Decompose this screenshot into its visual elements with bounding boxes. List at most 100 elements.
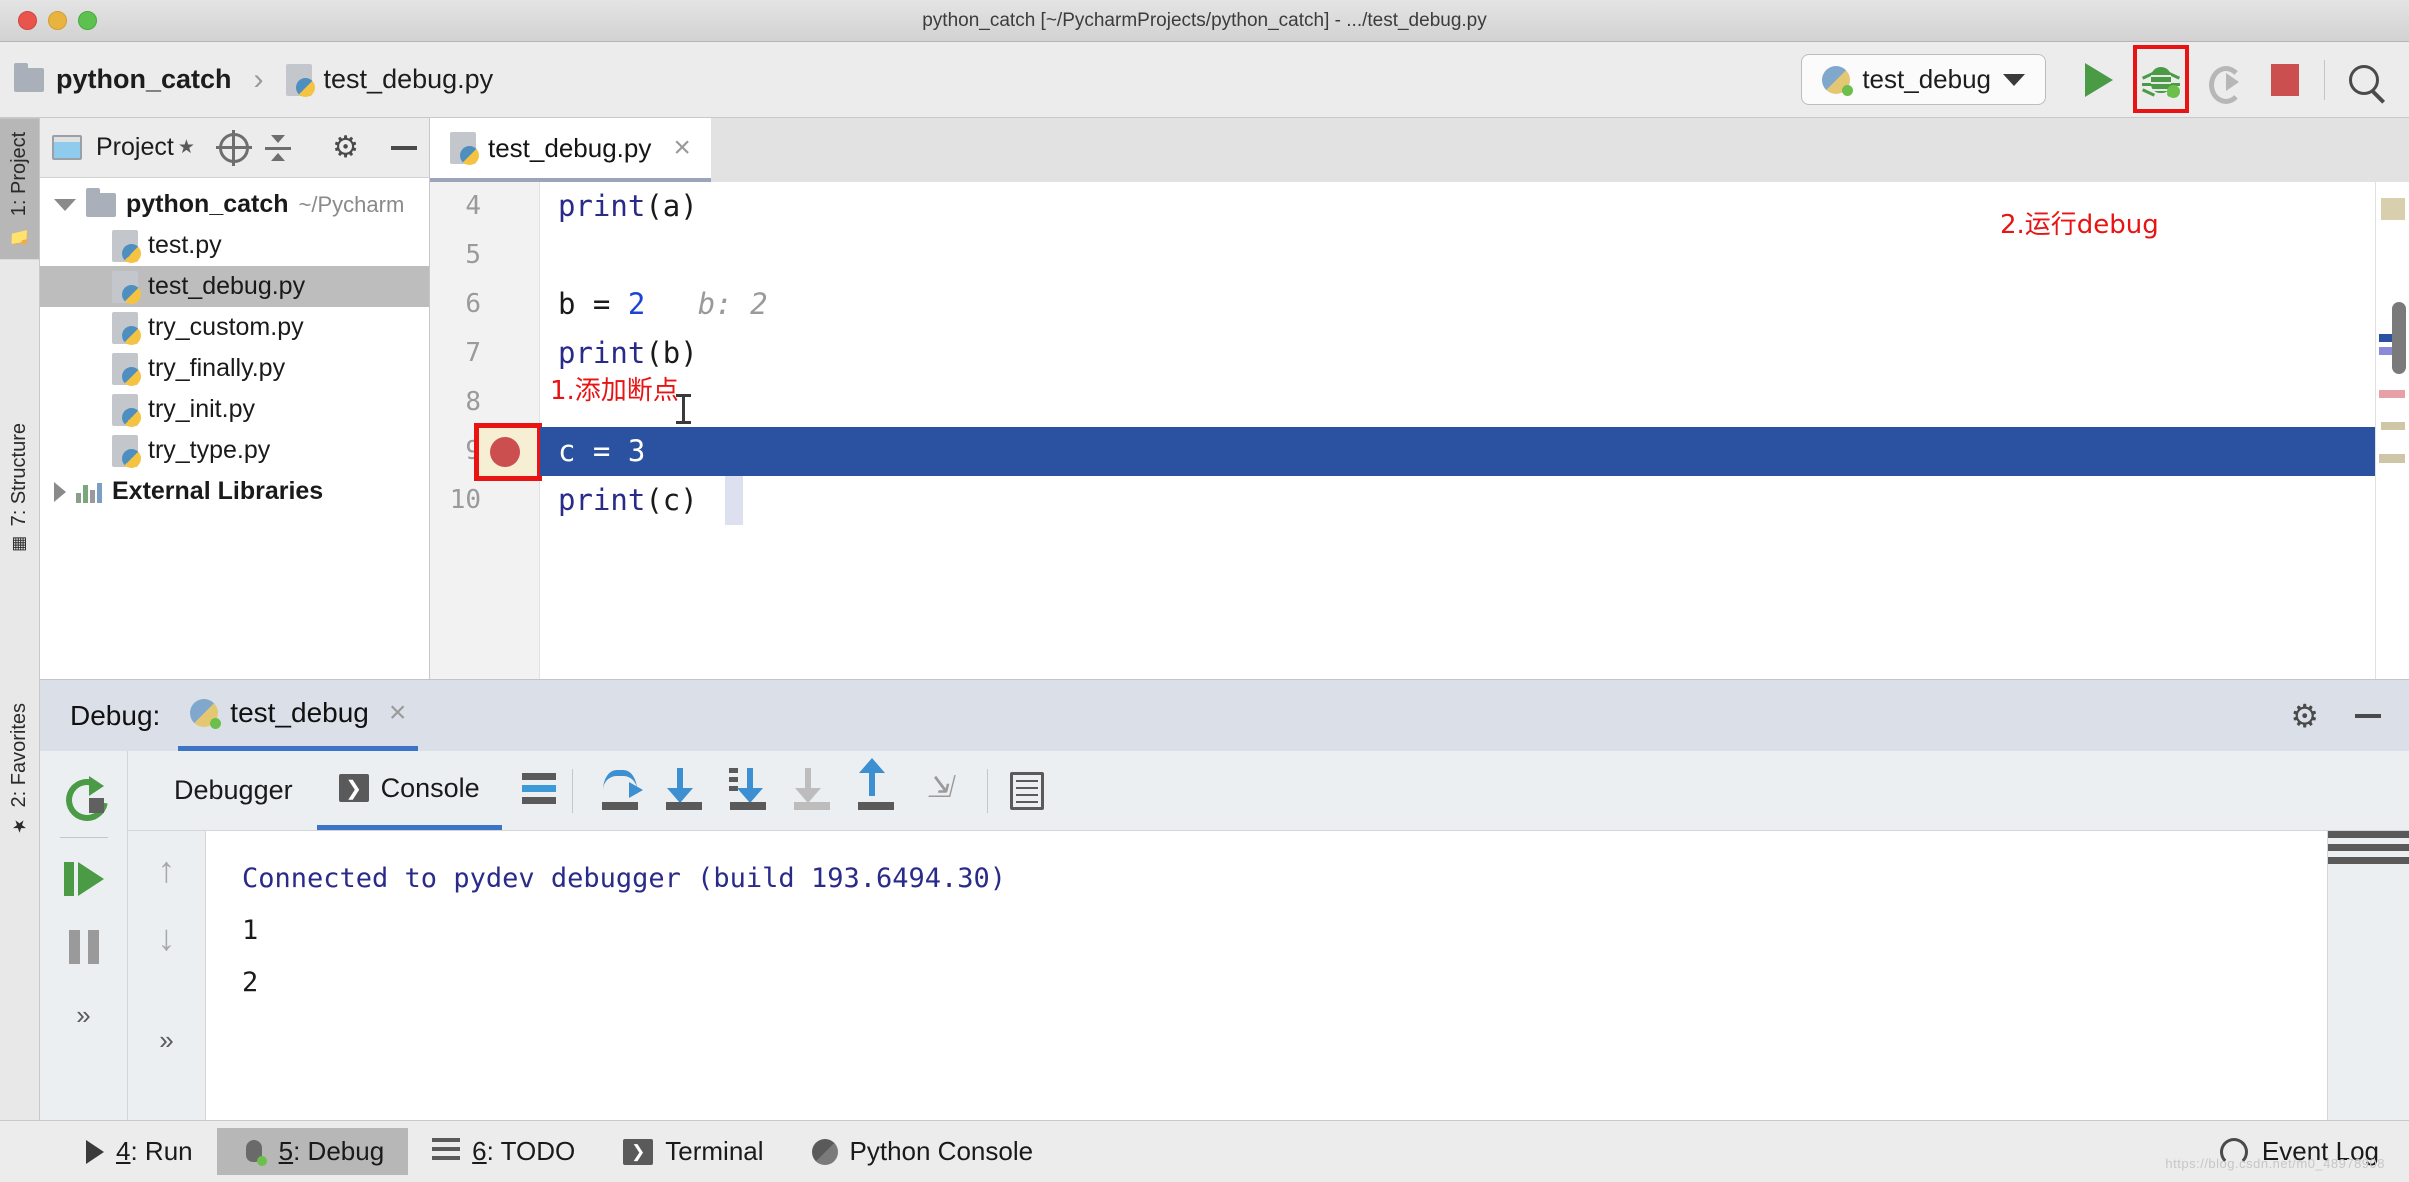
close-icon[interactable]: × — [389, 696, 407, 730]
status-bar: 4: Run 5: Debug 6: TODO ❯ Terminal Pytho… — [0, 1120, 2409, 1182]
chevron-down-icon[interactable] — [2003, 73, 2025, 86]
locate-target-icon[interactable] — [215, 129, 252, 166]
toolbar-divider — [2324, 59, 2325, 100]
python-config-icon — [190, 699, 222, 729]
tree-row-file-selected[interactable]: test_debug.py — [40, 266, 429, 307]
chevron-right-icon[interactable] — [54, 481, 66, 502]
console-menu-icon[interactable] — [2328, 831, 2409, 864]
show-execution-point-icon — [602, 769, 643, 798]
editor-scrollbar-thumb[interactable] — [2392, 302, 2406, 374]
evaluate-expression-icon[interactable] — [1009, 771, 1044, 810]
tree-row-file[interactable]: test.py — [40, 225, 429, 266]
run-to-cursor-button[interactable]: ⇲ — [909, 760, 971, 822]
tab-debugger[interactable]: Debugger — [152, 751, 315, 830]
python-file-icon — [112, 270, 141, 304]
breadcrumb: python_catch › test_debug.py — [14, 62, 494, 97]
pause-program-button[interactable] — [51, 916, 117, 978]
line-number: 8 — [465, 387, 481, 417]
python-file-icon — [450, 132, 479, 165]
tree-row-file[interactable]: try_init.py — [40, 389, 429, 430]
status-tab-python-console[interactable]: Python Console — [788, 1128, 1058, 1175]
line-number: 4 — [465, 191, 481, 221]
code-text[interactable]: print(a) b = 2 b: 2 print(b) c = 3 print… — [540, 182, 2375, 679]
line-number: 5 — [465, 240, 481, 270]
debug-session-tab[interactable]: test_debug × — [178, 680, 419, 751]
breadcrumb-project[interactable]: python_catch — [56, 64, 232, 95]
console-output[interactable]: Connected to pydev debugger (build 193.6… — [206, 831, 2327, 1120]
status-tab-terminal[interactable]: ❯ Terminal — [599, 1128, 787, 1175]
scroll-up-icon[interactable]: ↑ — [158, 849, 176, 891]
marker-warning — [2381, 198, 2405, 220]
gear-icon[interactable]: ⚙ — [2290, 697, 2319, 735]
marker-error — [2379, 390, 2405, 398]
minimize-icon[interactable] — [2355, 713, 2381, 718]
collapse-all-icon[interactable] — [263, 133, 293, 163]
project-panel-title: Project — [96, 133, 174, 161]
editor-tab-test-debug[interactable]: test_debug.py × — [430, 118, 711, 182]
editor-gutter[interactable]: 4 5 6 7 8 9 10 — [430, 182, 542, 679]
tree-row-file[interactable]: try_type.py — [40, 430, 429, 471]
status-tab-run[interactable]: 4: Run — [62, 1128, 217, 1175]
debug-session-controls: » — [40, 751, 128, 1120]
sidebar-tab-structure[interactable]: ▦ 7: Structure — [0, 409, 39, 568]
sidebar-tab-favorites[interactable]: ★ 2: Favorites — [0, 689, 39, 849]
project-tree: python_catch ~/Pycharm test.py test_debu… — [40, 178, 429, 679]
tab-console[interactable]: ❯ Console — [316, 751, 502, 830]
show-frames-icon[interactable] — [521, 772, 556, 809]
status-tab-debug[interactable]: 5: Debug — [216, 1128, 409, 1175]
search-everywhere-button[interactable] — [2333, 49, 2395, 111]
stop-button[interactable] — [2254, 49, 2316, 111]
debug-session-label: test_debug — [230, 697, 369, 728]
status-tab-run-num: 4 — [116, 1136, 131, 1166]
code-line-highlighted: c = 3 — [540, 427, 2375, 476]
chevron-down-icon[interactable] — [54, 198, 76, 211]
status-tab-terminal-label: Terminal — [665, 1136, 764, 1166]
project-window-icon — [52, 135, 82, 160]
status-bar-right: Event Log https://blog.csdn.net/m0_48978… — [2165, 1136, 2409, 1171]
step-out-button[interactable] — [845, 757, 907, 822]
breadcrumb-file[interactable]: test_debug.py — [324, 64, 494, 95]
resume-program-button[interactable] — [51, 848, 117, 910]
line-number: 6 — [465, 289, 481, 319]
editor-tab-label: test_debug.py — [488, 132, 652, 163]
sidebar-tab-project[interactable]: 📁 1: Project — [0, 118, 39, 260]
run-button[interactable] — [2068, 49, 2130, 111]
status-tab-todo-label: : TODO — [486, 1136, 576, 1166]
show-execution-point-button[interactable] — [589, 760, 651, 822]
rerun-debug-button[interactable] — [51, 765, 117, 827]
gear-icon[interactable]: ⚙ — [332, 130, 359, 165]
tree-root-label: python_catch — [126, 190, 289, 218]
pause-program-icon — [68, 930, 99, 964]
list-icon — [432, 1138, 461, 1165]
step-into-button[interactable] — [717, 760, 779, 822]
tree-row-root[interactable]: python_catch ~/Pycharm — [40, 184, 429, 225]
editor-marker-strip[interactable] — [2375, 182, 2409, 679]
more-icon[interactable]: » — [159, 1025, 173, 1056]
python-file-icon — [112, 352, 141, 386]
step-over-button[interactable] — [653, 760, 715, 822]
status-tab-todo[interactable]: 6: TODO — [408, 1128, 599, 1175]
tree-row-file[interactable]: try_finally.py — [40, 348, 429, 389]
divider — [986, 768, 988, 813]
python-file-icon — [112, 311, 141, 345]
python-file-icon — [285, 63, 315, 97]
star-icon[interactable]: ★ — [178, 136, 195, 159]
rerun-button[interactable] — [2192, 49, 2254, 111]
debug-button[interactable] — [2130, 44, 2192, 113]
tree-row-external-libraries[interactable]: External Libraries — [40, 471, 429, 512]
project-panel: Project ★ ⚙ python_catch ~/Pycharm test.… — [40, 118, 430, 679]
status-tab-run-label: : Run — [130, 1136, 193, 1166]
more-actions-button[interactable]: » — [51, 984, 117, 1046]
tree-row-file[interactable]: try_custom.py — [40, 307, 429, 348]
run-configuration-selector[interactable]: test_debug — [1801, 54, 2046, 105]
scroll-down-icon[interactable]: ↓ — [158, 917, 176, 959]
annotation-add-breakpoint: 1.添加断点 — [550, 376, 679, 406]
tree-file-label: try_finally.py — [148, 354, 286, 382]
close-icon[interactable]: × — [673, 131, 691, 165]
marker-warning — [2381, 422, 2405, 430]
minimize-icon[interactable] — [391, 145, 417, 150]
breadcrumb-separator: › — [253, 62, 264, 96]
tree-file-label: try_init.py — [148, 395, 255, 423]
force-step-into-button[interactable] — [781, 760, 843, 822]
